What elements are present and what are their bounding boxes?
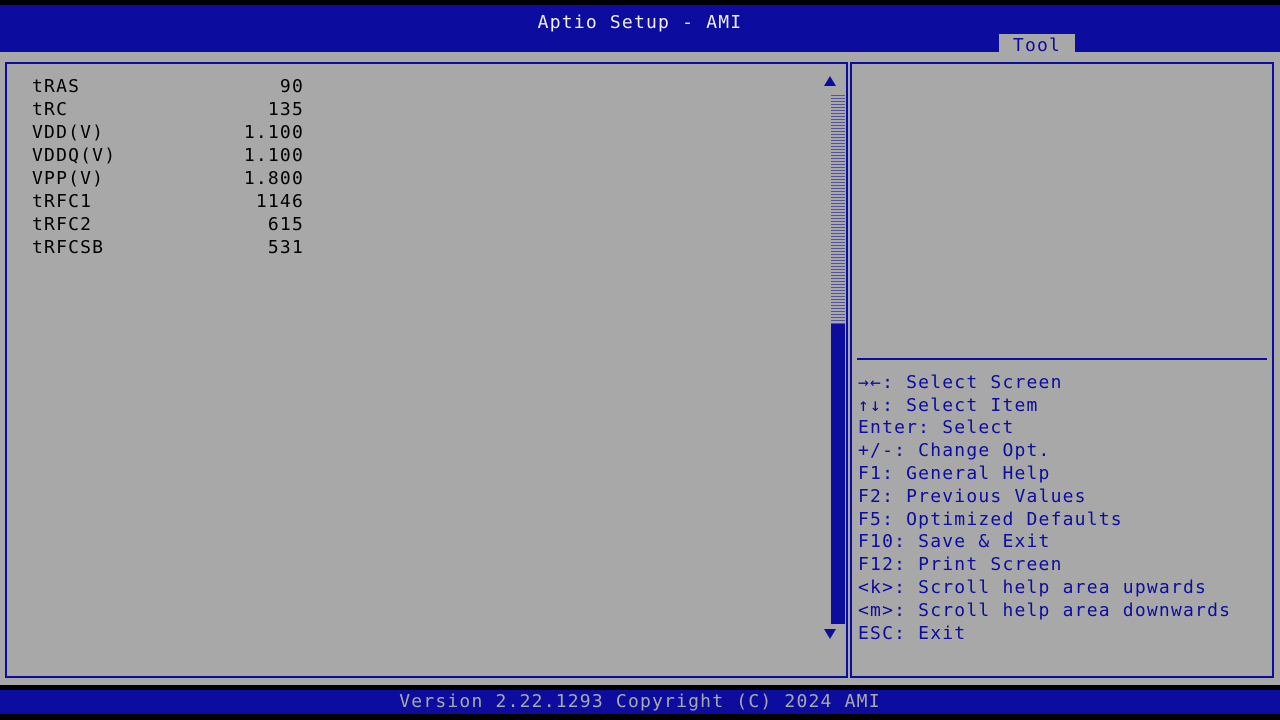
triangle-up-icon[interactable] bbox=[824, 76, 836, 86]
version-text: Version 2.22.1293 Copyright (C) 2024 AMI bbox=[399, 691, 881, 712]
timing-row-trfc2[interactable]: tRFC2 615 bbox=[32, 214, 312, 237]
help-line-select-screen: →←: Select Screen bbox=[858, 372, 1063, 393]
timing-value: 1.100 bbox=[243, 145, 304, 166]
timing-row-trc[interactable]: tRC 135 bbox=[32, 99, 312, 122]
timing-row-vddq[interactable]: VDDQ(V) 1.100 bbox=[32, 145, 312, 168]
app-title: Aptio Setup - AMI bbox=[537, 12, 743, 33]
scrollbar-thumb[interactable] bbox=[831, 324, 845, 624]
help-line-f12: F12: Print Screen bbox=[858, 554, 1063, 575]
help-line-f2: F2: Previous Values bbox=[858, 486, 1087, 507]
top-bar: Aptio Setup - AMI Tool bbox=[0, 5, 1280, 57]
timing-name: VDDQ(V) bbox=[32, 145, 117, 166]
timing-name: tRFC2 bbox=[32, 214, 93, 235]
help-divider bbox=[857, 358, 1267, 360]
timing-row-vdd[interactable]: VDD(V) 1.100 bbox=[32, 122, 312, 145]
timing-name: tRFCSB bbox=[32, 237, 105, 258]
help-line-f5: F5: Optimized Defaults bbox=[858, 509, 1123, 530]
help-line-f1: F1: General Help bbox=[858, 463, 1051, 484]
help-line-select-item: ↑↓: Select Item bbox=[858, 395, 1039, 416]
help-line-enter: Enter: Select bbox=[858, 417, 1015, 438]
timing-name: VPP(V) bbox=[32, 168, 105, 189]
triangle-down-icon[interactable] bbox=[824, 629, 836, 639]
timing-value: 531 bbox=[267, 237, 304, 258]
help-line-esc: ESC: Exit bbox=[858, 623, 967, 644]
help-line-scroll-up: <k>: Scroll help area upwards bbox=[858, 577, 1208, 598]
timing-value: 90 bbox=[279, 76, 304, 97]
footer-bar: Version 2.22.1293 Copyright (C) 2024 AMI bbox=[0, 690, 1280, 714]
timing-value: 1.100 bbox=[243, 122, 304, 143]
timing-row-vpp[interactable]: VPP(V) 1.800 bbox=[32, 168, 312, 191]
help-line-scroll-down: <m>: Scroll help area downwards bbox=[858, 600, 1232, 621]
timing-name: tRFC1 bbox=[32, 191, 93, 212]
timing-value: 135 bbox=[267, 99, 304, 120]
help-line-f10: F10: Save & Exit bbox=[858, 531, 1051, 552]
timing-value: 1146 bbox=[255, 191, 304, 212]
timing-name: tRAS bbox=[32, 76, 81, 97]
timing-name: VDD(V) bbox=[32, 122, 105, 143]
timing-row-trfcsb[interactable]: tRFCSB 531 bbox=[32, 237, 312, 260]
help-line-change-opt: +/-: Change Opt. bbox=[858, 440, 1051, 461]
timing-name: tRC bbox=[32, 99, 69, 120]
timing-value: 1.800 bbox=[243, 168, 304, 189]
timing-value: 615 bbox=[267, 214, 304, 235]
timing-row-tras[interactable]: tRAS 90 bbox=[32, 76, 312, 99]
timing-row-trfc1[interactable]: tRFC1 1146 bbox=[32, 191, 312, 214]
